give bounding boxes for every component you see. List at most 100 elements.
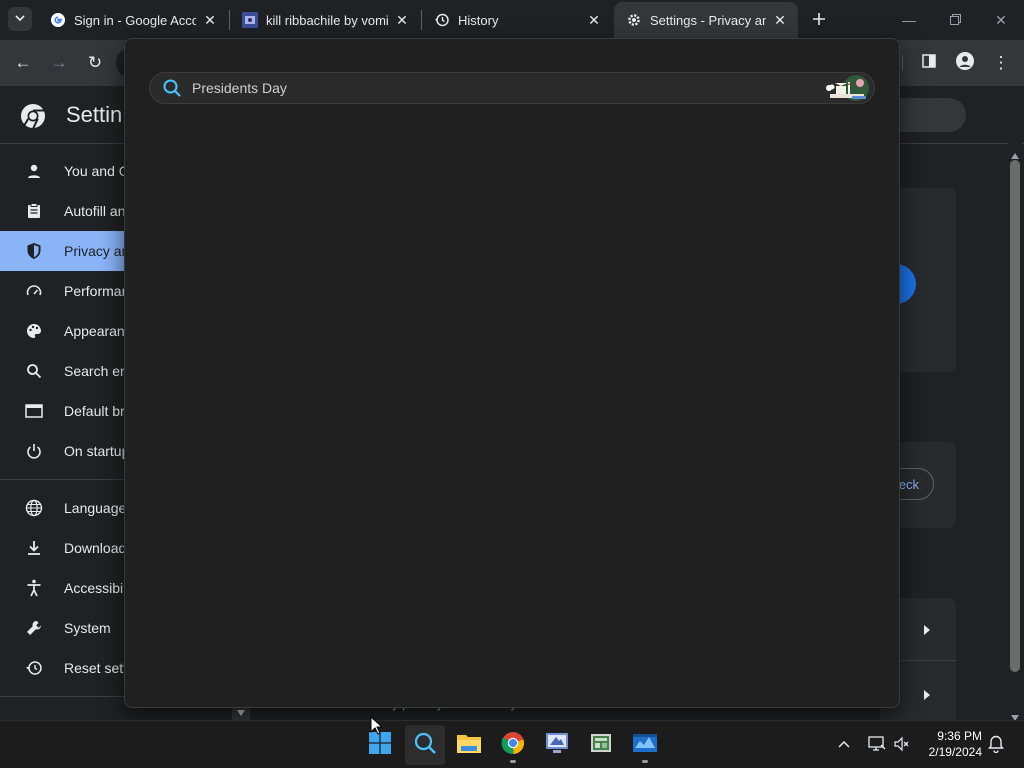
chrome-icon: [501, 731, 525, 760]
search-highlight-illustration-icon[interactable]: [822, 74, 870, 102]
scrollbar-thumb[interactable]: [1010, 160, 1020, 672]
side-panel-button[interactable]: [914, 48, 944, 78]
mouse-cursor: [370, 715, 384, 741]
menu-button[interactable]: ⋮: [986, 48, 1016, 78]
sidebar-item-label: Accessibil: [64, 580, 127, 596]
tab-history[interactable]: History ✕: [422, 2, 612, 38]
restore-icon: [949, 12, 961, 28]
gear-icon: [626, 12, 642, 28]
history-icon: [434, 12, 450, 28]
taskbar-app-green[interactable]: [581, 725, 621, 765]
back-button[interactable]: ←: [8, 48, 38, 78]
power-icon: [24, 441, 44, 461]
taskbar-app-blue[interactable]: [625, 725, 665, 765]
show-hidden-icons-button[interactable]: [838, 735, 850, 751]
sidebar-item-label: Search en: [64, 363, 128, 379]
taskbar-remote-desktop[interactable]: [537, 725, 577, 765]
minimize-button[interactable]: —: [886, 0, 932, 40]
tab-title: History: [458, 12, 499, 28]
tab-title: Settings - Privacy and: [650, 12, 766, 28]
tab-settings[interactable]: Settings - Privacy and ✕: [614, 2, 798, 38]
clock-date: 2/19/2024: [928, 745, 982, 759]
running-indicator: [510, 760, 516, 763]
sidebar-divider: [0, 696, 126, 697]
folder-icon: [456, 732, 482, 759]
new-tab-button[interactable]: [806, 8, 832, 34]
windows-search-box[interactable]: [149, 72, 875, 104]
volume-muted-icon[interactable]: [894, 736, 910, 755]
sidebar-item-label: You and G: [64, 163, 130, 179]
windows-search-panel: [124, 38, 900, 708]
shield-icon: [24, 241, 44, 261]
sidebar-item-label: Performan: [64, 283, 130, 299]
taskbar-chrome[interactable]: [493, 725, 533, 765]
windows-taskbar: 9:36 PM 2/19/2024: [0, 720, 1024, 768]
tab-search-button[interactable]: [8, 7, 32, 31]
accessibility-icon: [24, 578, 44, 598]
plus-icon: [812, 12, 826, 31]
search-icon: [413, 731, 437, 760]
close-icon: ✕: [995, 11, 1007, 28]
download-icon: [24, 538, 44, 558]
arrow-left-icon: ←: [14, 53, 32, 72]
search-icon: [162, 78, 182, 98]
page-scrollbar[interactable]: [1008, 142, 1022, 721]
sidebar-item-label: System: [64, 620, 111, 636]
forward-button[interactable]: →: [44, 48, 74, 78]
close-icon[interactable]: ✕: [772, 12, 788, 29]
restore-button[interactable]: [932, 0, 978, 40]
profile-button[interactable]: [950, 48, 980, 78]
tab-title: kill ribbachile by vomit: [266, 12, 388, 28]
minimize-icon: —: [902, 12, 916, 28]
person-icon: [24, 161, 44, 181]
search-icon: [24, 361, 44, 381]
clock-time: 9:36 PM: [937, 729, 982, 743]
palette-icon: [24, 321, 44, 341]
image-favicon-icon: [242, 12, 258, 28]
running-indicator: [642, 760, 648, 763]
reload-button[interactable]: ↻: [80, 48, 110, 78]
sidebar-divider: [0, 479, 126, 480]
avatar-icon: [956, 51, 974, 75]
sidebar-item-label: Autofill an: [64, 203, 126, 219]
sidebar-item-label: Privacy an: [64, 243, 130, 259]
taskbar-search-button[interactable]: [405, 725, 445, 765]
reload-icon: ↻: [87, 53, 103, 72]
tab-google-signin[interactable]: Sign in - Google Accou ✕: [38, 2, 228, 38]
wrench-icon: [24, 618, 44, 638]
network-icon[interactable]: [868, 736, 886, 755]
close-icon[interactable]: ✕: [394, 12, 410, 29]
reset-icon: [24, 658, 44, 678]
chevron-down-icon: [15, 10, 25, 28]
sidebar-item-label: Default br: [64, 403, 125, 419]
notification-bell-icon[interactable]: [988, 735, 1004, 756]
chrome-logo-icon: [20, 103, 46, 134]
arrow-right-icon: →: [50, 53, 68, 72]
spreadsheet-app-icon: [589, 732, 613, 759]
speedometer-icon: [24, 281, 44, 301]
taskbar-file-explorer[interactable]: [449, 725, 489, 765]
system-clock[interactable]: 9:36 PM 2/19/2024: [929, 728, 982, 760]
clipboard-icon: [24, 201, 44, 221]
close-icon[interactable]: ✕: [586, 12, 602, 29]
page-title: Settin: [66, 102, 123, 127]
browser-icon: [24, 401, 44, 421]
close-window-button[interactable]: ✕: [978, 0, 1024, 40]
close-icon[interactable]: ✕: [202, 12, 218, 29]
sidebar-item-label: Appearanc: [64, 323, 132, 339]
tab-strip: Sign in - Google Accou ✕ kill ribbachile…: [0, 0, 1024, 40]
check-now-label: eck: [898, 476, 919, 492]
sidebar-item-label: Download: [64, 540, 127, 556]
search-input[interactable]: [192, 80, 822, 96]
more-vert-icon: ⋮: [992, 53, 1010, 72]
chart-app-icon: [632, 732, 658, 759]
sidebar-item-label: Language: [64, 500, 127, 516]
caret-right-icon[interactable]: [924, 687, 930, 705]
globe-icon: [24, 498, 44, 518]
sidebar-item-label: On startup: [64, 443, 130, 459]
side-panel-icon: [922, 53, 936, 73]
toolbar-divider: [902, 55, 903, 71]
tab-kill-ribbachile[interactable]: kill ribbachile by vomit ✕: [230, 2, 420, 38]
monitor-app-icon: [544, 731, 570, 760]
caret-right-icon[interactable]: [924, 622, 930, 640]
